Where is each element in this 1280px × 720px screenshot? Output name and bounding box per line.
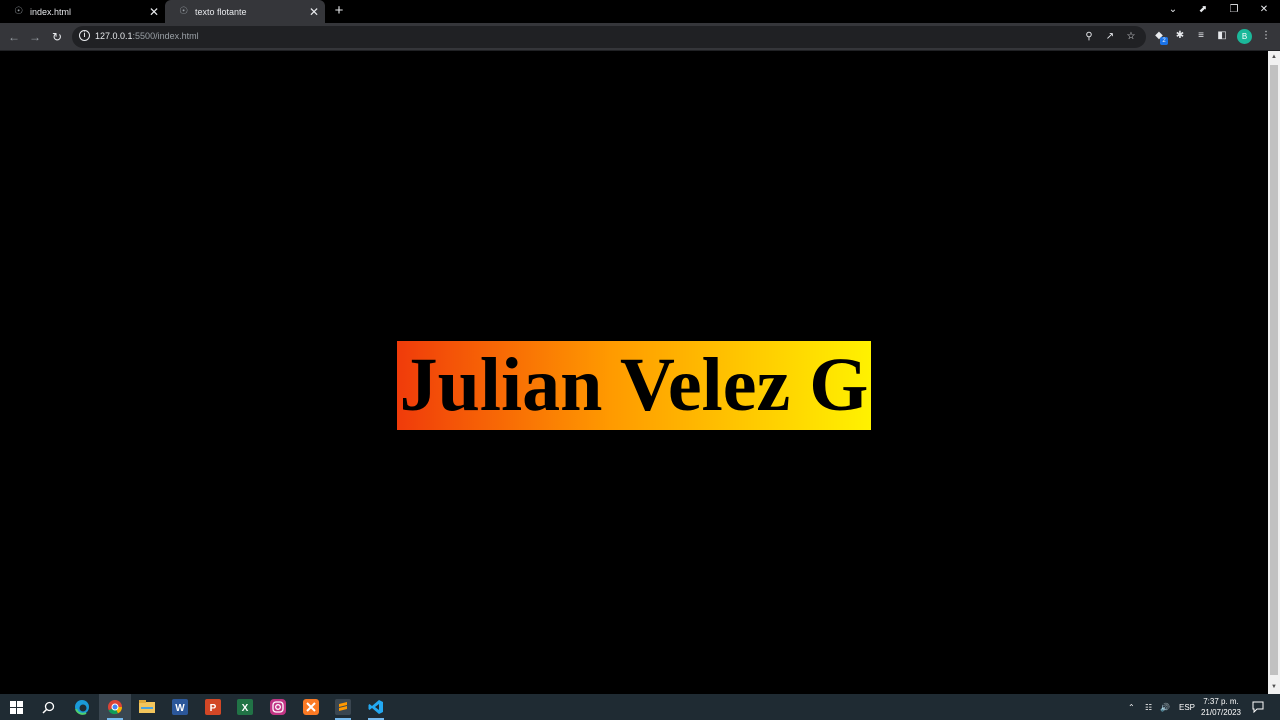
url-host: 127.0.0.1 [95, 31, 133, 41]
address-bar[interactable]: i 127.0.0.1:5500/index.html ⚲ ↗ ☆ [72, 26, 1146, 48]
windows-taskbar: W P X ⌃ ☷ 🔊 ESP 7:37 p. m. 21/07/2023 [0, 694, 1280, 720]
svg-text:P: P [210, 703, 217, 714]
vertical-scrollbar[interactable]: ▲ ▼ [1268, 51, 1280, 694]
powerpoint-icon[interactable]: P [203, 697, 223, 717]
close-icon[interactable]: ✕ [307, 5, 321, 19]
page-viewport: Julian Velez G [0, 51, 1268, 694]
url-path: :5500/index.html [132, 31, 199, 41]
floating-text: Julian Velez G [397, 341, 871, 430]
xampp-icon[interactable] [301, 697, 321, 717]
url-text: 127.0.0.1:5500/index.html [95, 31, 199, 41]
share-icon[interactable]: ↗ [1103, 30, 1117, 44]
sublime-icon[interactable] [333, 697, 353, 720]
bookmark-star-icon[interactable]: ☆ [1124, 30, 1138, 44]
extension-badge: 2 [1160, 37, 1168, 45]
scroll-thumb[interactable] [1270, 65, 1278, 675]
back-button[interactable]: ← [5, 28, 23, 46]
svg-text:X: X [242, 703, 249, 714]
word-icon[interactable]: W [170, 697, 190, 717]
clock-time: 7:37 p. m. [1203, 697, 1239, 706]
browser-toolbar: ← → ↻ i 127.0.0.1:5500/index.html ⚲ ↗ ☆ … [0, 23, 1280, 51]
reload-button[interactable]: ↻ [48, 28, 66, 46]
start-icon[interactable] [6, 697, 26, 717]
globe-icon: ☉ [14, 5, 23, 17]
tab-title: texto flotante [195, 6, 247, 17]
globe-icon: ☉ [179, 5, 188, 17]
new-tab-button[interactable]: + [331, 3, 347, 19]
tab-index-html[interactable]: ☉ index.html ✕ [0, 0, 165, 23]
side-panel-icon[interactable]: ◧ [1214, 28, 1230, 44]
mouse-cursor-icon: ⬈ [1198, 4, 1208, 15]
puzzle-icon[interactable]: ✱ [1172, 28, 1188, 44]
scroll-down-icon[interactable]: ▼ [1270, 683, 1278, 691]
volume-icon[interactable]: 🔊 [1160, 694, 1170, 720]
edge-icon[interactable] [72, 697, 92, 717]
tab-title: index.html [30, 6, 72, 17]
close-window-button[interactable]: ✕ [1249, 0, 1279, 20]
search-icon[interactable] [38, 697, 58, 717]
tab-texto-flotante[interactable]: ☉ texto flotante ✕ [165, 0, 325, 23]
svg-text:W: W [175, 703, 185, 714]
instagram-icon[interactable] [268, 697, 288, 717]
clock-date: 21/07/2023 [1200, 708, 1242, 717]
reading-list-icon[interactable]: ≡ [1193, 28, 1209, 44]
tab-search-icon[interactable]: ⌄ [1158, 0, 1188, 20]
language-indicator[interactable]: ESP [1179, 694, 1195, 720]
menu-kebab-icon[interactable]: ⋮ [1258, 28, 1274, 44]
file-explorer-icon[interactable] [137, 697, 157, 717]
profile-avatar[interactable]: B [1237, 29, 1252, 44]
network-icon[interactable]: ☷ [1145, 694, 1152, 720]
notifications-icon[interactable] [1252, 694, 1264, 720]
vscode-icon[interactable] [366, 697, 386, 720]
close-icon[interactable]: ✕ [147, 5, 161, 19]
screen: ☉ index.html ✕ ☉ texto flotante ✕ + ⌄ ⬈ … [0, 0, 1280, 720]
tray-chevron-icon[interactable]: ⌃ [1128, 694, 1135, 720]
excel-icon[interactable]: X [235, 697, 255, 717]
info-icon[interactable]: i [79, 30, 90, 41]
system-clock[interactable]: 7:37 p. m. 21/07/2023 [1198, 696, 1244, 718]
zoom-icon[interactable]: ⚲ [1082, 30, 1096, 44]
tab-strip: ☉ index.html ✕ ☉ texto flotante ✕ + ⌄ ⬈ … [0, 0, 1280, 23]
forward-button[interactable]: → [26, 28, 44, 46]
scroll-up-icon[interactable]: ▲ [1270, 53, 1278, 61]
restore-window-button[interactable]: ❐ [1219, 0, 1249, 20]
chrome-icon[interactable] [105, 697, 125, 720]
